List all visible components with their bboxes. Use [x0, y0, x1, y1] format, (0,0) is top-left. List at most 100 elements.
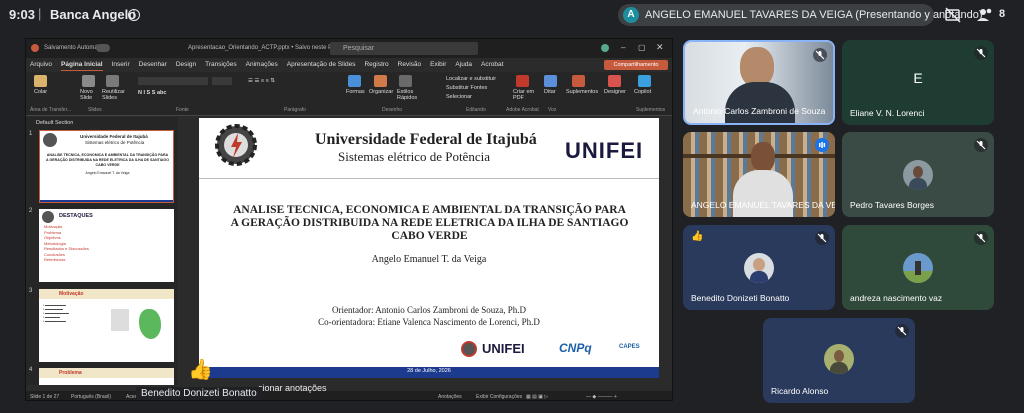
thumb-number-1: 1	[29, 131, 33, 137]
slide-thumbnail-1[interactable]: Universidade Federal de Itajubá Sistemas…	[39, 130, 174, 203]
addins-label[interactable]: Suplementos	[566, 89, 598, 95]
thumb4-title: Problema	[59, 370, 82, 376]
thumb3-text: ▪ ▬▬▬▬▬▬▬ ▪ ▬▬▬▬▬▬ ▪ ▬▬▬▬▬▬▬▬ ▪ ▬▬▬▬▬ ▪ ▬▬▬▬…	[43, 303, 69, 323]
create-pdf-label[interactable]: Criar em PDF	[513, 89, 535, 101]
slide-thumbnail-2[interactable]: DESTAQUES Motivação Problema Objetivos Meto…	[39, 209, 174, 282]
paste-icon[interactable]	[34, 75, 47, 87]
participant-name: Antonio Carlos Zambroni de Souza	[693, 106, 826, 116]
quick-styles-icon[interactable]	[399, 75, 412, 87]
close-icon[interactable]: ✕	[656, 42, 664, 53]
menu-apresentacao[interactable]: Apresentação de Slides	[287, 59, 356, 71]
copilot-icon[interactable]	[638, 75, 651, 87]
menu-animacoes[interactable]: Animações	[246, 59, 278, 71]
participant-initial: E	[913, 70, 923, 86]
status-language[interactable]: Português (Brasil)	[71, 394, 111, 400]
bold-icon[interactable]: N I S S abc	[138, 90, 166, 96]
minimize-icon[interactable]: –	[621, 43, 625, 52]
arrange-label[interactable]: Organizar	[369, 89, 393, 95]
paragraph-icons[interactable]: ☰ ☰ ≡ ≡ ⇅	[248, 78, 275, 84]
designer-label[interactable]: Designer	[604, 89, 626, 95]
presenter-indicator[interactable]: A ANGELO EMANUEL TAVARES DA VEIGA (Prese…	[618, 4, 983, 26]
replace-fonts-button[interactable]: Substituir Fontes	[446, 85, 487, 91]
thumb1-author: Angelo Emanuel T. da Veiga	[85, 171, 130, 175]
participant-tile-angelo[interactable]: ANGELO EMANUEL TAVARES DA VEIGA	[683, 132, 835, 217]
people-icon[interactable]	[976, 6, 994, 24]
thumb2-title: DESTAQUES	[59, 213, 93, 219]
menu-transicoes[interactable]: Transições	[205, 59, 237, 71]
participant-avatar	[903, 160, 933, 190]
slide-thumbnail-3[interactable]: Motivação ▪ ▬▬▬▬▬▬▬ ▪ ▬▬▬▬▬▬ ▪ ▬▬▬▬▬▬▬▬ ▪ ▬…	[39, 289, 174, 362]
participant-tile-eliane[interactable]: E Eliane V. N. Lorenci	[842, 40, 994, 125]
reuse-slides-icon[interactable]	[106, 75, 119, 87]
participant-name: Benedito Donizeti Bonatto	[691, 293, 790, 303]
ppt-status-bar: Slide 1 de 27 Português (Brasil) Acessib…	[26, 391, 672, 400]
mic-off-icon[interactable]	[974, 138, 988, 152]
participant-tile-antonio[interactable]: Antonio Carlos Zambroni de Souza	[683, 40, 835, 125]
participant-tile-andreza[interactable]: andreza nascimento vaz	[842, 225, 994, 310]
meet-top-bar: 9:03 | Banca Angelo i A ANGELO EMANUEL T…	[0, 0, 1024, 32]
shapes-icon[interactable]	[348, 75, 361, 87]
menu-pagina-inicial[interactable]: Página Inicial	[61, 59, 103, 71]
mic-off-icon[interactable]	[813, 48, 827, 62]
slide-canvas[interactable]: Universidade Federal de Itajubá Sistemas…	[199, 118, 659, 378]
mic-off-icon[interactable]	[895, 324, 909, 338]
status-view-settings[interactable]: Exibir Configurações	[476, 394, 522, 400]
addins-icon[interactable]	[572, 75, 585, 87]
mic-off-icon[interactable]	[974, 231, 988, 245]
menu-ajuda[interactable]: Ajuda	[455, 59, 472, 71]
menu-exibir[interactable]: Exibir	[430, 59, 446, 71]
maximize-icon[interactable]: ▢	[638, 43, 646, 52]
menu-arquivo[interactable]: Arquivo	[30, 59, 52, 71]
slide-thumbnail-4[interactable]: Problema	[39, 368, 174, 385]
copilot-label[interactable]: Copilot	[634, 89, 651, 95]
share-button[interactable]: Compartilhamento	[604, 60, 668, 70]
quick-styles-label[interactable]: Estilos Rápidos	[397, 89, 419, 101]
search-input[interactable]: Pesquisar	[330, 42, 478, 55]
presenter-label: ANGELO EMANUEL TAVARES DA VEIGA (Present…	[645, 9, 983, 21]
slide-coadvisor: Co-orientadora: Etiane Valenca Nasciment…	[318, 317, 540, 327]
user-avatar-icon[interactable]	[601, 44, 609, 52]
participant-tile-pedro[interactable]: Pedro Tavares Borges	[842, 132, 994, 217]
mic-off-icon[interactable]	[974, 46, 988, 60]
arrange-icon[interactable]	[374, 75, 387, 87]
new-slide-icon[interactable]	[82, 75, 95, 87]
notes-placeholder[interactable]: cionar anotações	[258, 383, 327, 393]
reuse-slides-label[interactable]: Reutilizar Slides	[102, 89, 130, 101]
thumb1-university: Universidade Federal de Itajubá	[80, 134, 148, 139]
font-size-select[interactable]	[212, 77, 232, 85]
zoom-slider[interactable]: — ◆ ——— +	[586, 394, 617, 400]
participant-tile-benedito[interactable]: 👍 Benedito Donizeti Bonatto	[683, 225, 835, 310]
menu-registro[interactable]: Registro	[364, 59, 388, 71]
slide-thumbnails-panel: Default Section 1 Universidade Federal d…	[26, 117, 178, 385]
shapes-label[interactable]: Formas	[346, 89, 365, 95]
designer-icon[interactable]	[608, 75, 621, 87]
info-icon[interactable]: i	[128, 9, 140, 21]
pdf-icon[interactable]	[516, 75, 529, 87]
notes-bar[interactable]	[178, 379, 672, 387]
menu-desenhar[interactable]: Desenhar	[139, 59, 167, 71]
menu-inserir[interactable]: Inserir	[112, 59, 130, 71]
mic-off-icon[interactable]	[815, 231, 829, 245]
autosave-toggle[interactable]	[96, 44, 110, 52]
thumb2-list: Motivação Problema Objetivos Metodologia Res…	[44, 224, 89, 262]
participant-body	[725, 82, 795, 123]
section-label[interactable]: Default Section	[36, 120, 73, 126]
dictate-label[interactable]: Ditar	[544, 89, 556, 95]
participant-avatar	[903, 253, 933, 283]
presentation-off-icon[interactable]	[944, 6, 962, 24]
thumb3-title: Motivação	[59, 291, 84, 297]
menu-revisao[interactable]: Revisão	[398, 59, 421, 71]
paste-label[interactable]: Colar	[34, 89, 47, 95]
find-replace-button[interactable]: Localizar e substituir	[446, 76, 496, 82]
dictate-icon[interactable]	[544, 75, 557, 87]
powerpoint-logo-icon	[31, 44, 39, 52]
font-name-select[interactable]	[138, 77, 208, 85]
menu-design[interactable]: Design	[176, 59, 196, 71]
select-button[interactable]: Selecionar	[446, 94, 472, 100]
status-view-icons[interactable]: ▦ ▤ ▣ ▷	[526, 394, 548, 400]
title-separator: |	[38, 6, 42, 21]
menu-acrobat[interactable]: Acrobat	[481, 59, 503, 71]
participant-tile-ricardo[interactable]: Ricardo Alonso	[763, 318, 915, 403]
status-notes-button[interactable]: Anotações	[438, 394, 462, 400]
new-slide-label[interactable]: Novo Slide	[80, 89, 100, 101]
